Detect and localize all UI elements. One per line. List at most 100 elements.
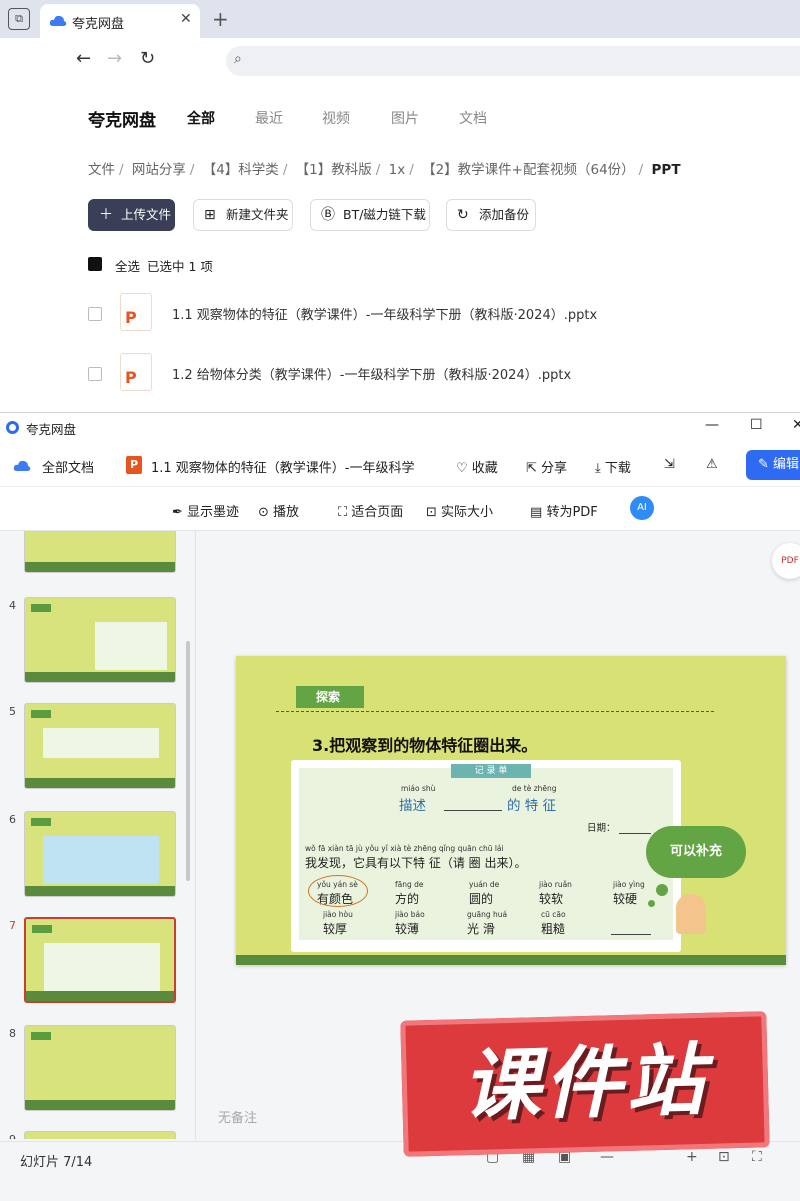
download-icon: ⤓ [595,461,601,476]
fit-page-button[interactable]: ⛶ 适合页面 [338,501,403,520]
tab-all[interactable]: 全部 [187,108,215,128]
ai-assistant-icon[interactable]: AI [630,496,654,520]
close-tab-icon[interactable]: ✕ [180,11,192,27]
select-all-label[interactable]: 全选 [115,256,140,275]
tab-recent[interactable]: 最近 [255,108,283,128]
feature-word: 较薄 [395,922,420,936]
watermark-stamp: 课件站 [400,1011,770,1157]
slide-thumbnail[interactable] [24,1025,176,1111]
answer-circle [308,875,368,907]
viewer-toolbar: 全部文档 P 1.1 观察物体的特征（教学课件）-一年级科学 ♡ 收藏 ⇱ 分享… [0,443,800,487]
pinyin: guāng huá [467,910,508,919]
slide-thumbnail-current[interactable] [24,917,176,1003]
slide-thumbnail[interactable] [24,1131,176,1139]
breadcrumb-item[interactable]: 文件 [88,162,115,178]
sheet-heading-part: 描述 [399,798,426,814]
file-checkbox[interactable] [88,307,102,321]
cartoon-child [676,894,706,934]
thumbnail-scrollbar[interactable] [186,641,190,881]
file-row[interactable]: P 1.2 给物体分类（教学课件）-一年级科学下册（教科版·2024）.pptx [88,353,788,393]
file-name[interactable]: 1.1 观察物体的特征（教学课件）-一年级科学下册（教科版·2024）.pptx [172,304,597,323]
download-button[interactable]: ⤓ 下载 [595,457,631,476]
plus-icon: ＋ [99,207,113,223]
file-name[interactable]: 1.2 给物体分类（教学课件）-一年级科学下册（教科版·2024）.pptx [172,364,571,383]
address-bar[interactable]: ⌕ [226,46,800,76]
breadcrumb-item[interactable]: 1x [389,162,406,178]
slide-thumbnail[interactable] [24,531,176,573]
breadcrumb-current: PPT [651,162,681,178]
play-icon: ⊙ [258,505,269,520]
pinyin: wǒ fā xiàn tā jù yǒu yǐ xià tè zhēng qǐn… [305,844,504,853]
slide-thumbnail[interactable] [24,703,176,789]
upload-button[interactable]: ＋上传文件 [88,199,175,231]
date-label: 日期： [587,823,616,834]
record-sheet-tag: 记 录 单 [451,764,531,778]
feature-word: 光 滑 [467,922,495,936]
pdf-tool-icon[interactable]: PDF [772,543,800,579]
pen-icon: ✎ [758,457,769,472]
browser-tab[interactable]: 夸克网盘 ✕ [40,4,200,38]
zoom-in-icon[interactable]: + [686,1149,698,1165]
tab-image[interactable]: 图片 [391,108,419,128]
tab-title: 夸克网盘 [72,17,125,32]
all-docs-link[interactable]: 全部文档 [42,457,94,476]
slide-section-tag: 探索 [296,686,364,708]
drive-brand: 夸克网盘 [88,111,156,131]
cloud-logo-icon [13,460,31,471]
feedback-icon[interactable]: ⚠ [706,457,718,472]
minimize-icon[interactable]: — [705,417,719,433]
maximize-icon[interactable]: ☐ [750,417,763,433]
pinyin: de tè zhēng [512,784,557,793]
record-sheet: 记 录 单 miáo shù de tè zhēng 描述 的 特 征 日期： … [291,760,681,952]
share-button[interactable]: ⇱ 分享 [526,457,567,476]
tab-video[interactable]: 视频 [322,108,350,128]
status-bar: 幻灯片 7/14 ▢ ▦ ▣ — + ⊡ ⛶ [0,1141,800,1201]
slide-thumbnail[interactable] [24,811,176,897]
breadcrumb-item[interactable]: 【4】科学类 [203,162,279,178]
fullscreen-icon[interactable]: ⛶ [752,1149,762,1165]
breadcrumb: 文件 / 网站分享 / 【4】科学类 / 【1】教科版/ 1x / 【2】教学课件+配套… [88,162,681,178]
breadcrumb-item[interactable]: 网站分享 [132,162,186,178]
browser-nav-bar: ← → ↻ ⌕ [0,38,800,86]
play-button[interactable]: ⊙ 播放 [258,501,299,520]
browser-tab-bar: ⧉ 夸克网盘 ✕ + [0,0,800,38]
slide-number: 8 [9,1027,16,1040]
fit-window-icon[interactable]: ⊡ [718,1149,730,1165]
slide-thumbnail[interactable] [24,597,176,683]
add-backup-button[interactable]: ↻ 添加备份 [446,199,536,231]
forward-icon[interactable]: → [107,48,122,69]
sheet-heading-part: 的 特 征 [507,798,557,814]
select-all-checkbox[interactable] [88,257,102,271]
feature-word: 较软 [539,892,564,906]
to-pdf-button[interactable]: ▤ 转为PDF [530,501,598,520]
tab-actions-icon[interactable]: ⧉ [8,8,30,30]
file-checkbox[interactable] [88,367,102,381]
ink-icon: ✒ [172,505,183,520]
slide-thumbnails: 4 5 6 7 8 9 [0,531,196,1139]
actual-size-icon: ⊡ [426,505,437,520]
slide-number: 5 [9,705,16,718]
tab-docs[interactable]: 文档 [459,108,487,128]
pinyin: jiào yìng [613,880,645,889]
breadcrumb-item[interactable]: 【2】教学课件+配套视频（64份） [422,162,635,178]
new-tab-icon[interactable]: + [212,7,229,31]
favorite-button[interactable]: ♡ 收藏 [456,457,498,476]
new-folder-button[interactable]: ⊞ 新建文件夹 [193,199,293,231]
close-window-icon[interactable]: ✕ [792,417,800,433]
back-icon[interactable]: ← [76,48,91,69]
magnet-icon: Ⓑ [321,207,335,223]
notes-placeholder: 无备注 [218,1111,258,1126]
reload-icon[interactable]: ↻ [140,48,155,69]
pinyin: cū cāo [541,910,566,919]
bt-download-button[interactable]: Ⓑ BT/磁力链下载 [310,199,430,231]
actual-size-button[interactable]: ⊡ 实际大小 [426,501,493,520]
show-ink-button[interactable]: ✒ 显示墨迹 [172,501,239,520]
file-row[interactable]: P 1.1 观察物体的特征（教学课件）-一年级科学下册（教科版·2024）.pp… [88,293,788,333]
fit-icon: ⛶ [338,505,348,520]
ppt-file-icon: P [120,293,152,331]
export-icon[interactable]: ⇲ [664,457,675,472]
edit-button[interactable]: ✎ 编辑 [746,450,800,480]
viewer-app-title: 夸克网盘 [26,422,77,437]
breadcrumb-item[interactable]: 【1】教科版 [296,162,372,178]
cloud-logo-icon [49,15,67,26]
